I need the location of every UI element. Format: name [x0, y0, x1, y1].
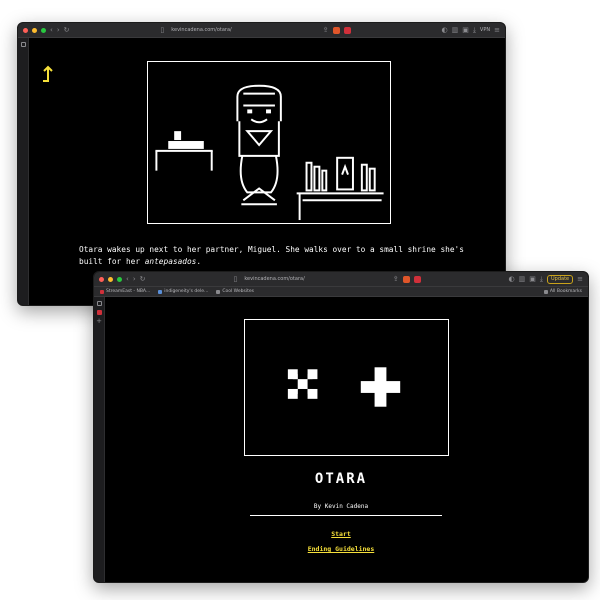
story-text-end: . — [196, 256, 202, 266]
browser-sidebar — [18, 38, 29, 305]
bookmarks-bar: StreamEast - NBA... indigeneity's dele..… — [94, 287, 588, 297]
forward-nav-icon[interactable]: › — [57, 26, 60, 34]
zoom-window-button[interactable] — [41, 27, 46, 33]
minimize-window-button[interactable] — [32, 27, 37, 33]
bookmark-item[interactable]: indigeneity's dele... — [158, 289, 208, 294]
brave-shield-icon[interactable] — [332, 26, 340, 34]
brave-shield-icon[interactable] — [402, 275, 410, 283]
browser-sidebar: + — [94, 297, 105, 582]
update-button[interactable]: Update — [547, 274, 574, 284]
all-bookmarks-label: All Bookmarks — [549, 289, 582, 294]
plus-pixel-icon — [360, 367, 401, 407]
bookmark-label: indigeneity's dele... — [164, 289, 209, 294]
extensions-icon[interactable]: ◐ — [441, 26, 447, 34]
extension-icon[interactable] — [413, 275, 421, 283]
bookmark-icon[interactable]: ▯ — [233, 275, 237, 283]
bookmark-item[interactable]: StreamEast - NBA... — [100, 289, 150, 294]
wallet-icon[interactable]: ▣ — [529, 275, 536, 283]
close-window-button[interactable] — [99, 276, 104, 282]
sidebar-toggle-icon[interactable]: ▥ — [519, 275, 526, 283]
bookmark-label: StreamEast - NBA... — [106, 289, 151, 294]
add-panel-icon[interactable]: + — [94, 318, 104, 325]
back-arrow-icon[interactable] — [40, 64, 56, 86]
sidebar-toggle-icon[interactable]: ▥ — [452, 26, 459, 34]
start-link[interactable]: Start — [94, 530, 588, 538]
menu-icon[interactable]: ≡ — [577, 275, 583, 283]
minimize-window-button[interactable] — [108, 276, 113, 282]
download-icon[interactable]: ⤓ — [473, 26, 476, 34]
close-window-button[interactable] — [23, 27, 28, 33]
sidebar-app-icon[interactable] — [96, 310, 102, 315]
bookmark-item[interactable]: Cool Websites — [216, 289, 254, 294]
sidebar-panel-icon[interactable] — [96, 301, 102, 306]
title-art — [244, 319, 449, 456]
download-icon[interactable]: ⤓ — [540, 275, 543, 283]
address-bar[interactable]: kevincadena.com/otara/ — [171, 27, 231, 33]
author-byline: By Kevin Cadena — [313, 503, 369, 510]
ending-guidelines-link[interactable]: Ending Guidelines — [94, 545, 588, 553]
extensions-icon[interactable]: ◐ — [509, 275, 515, 283]
folder-icon — [216, 289, 221, 294]
share-icon[interactable]: ⇪ — [393, 275, 399, 283]
bedroom-shrine-scene — [147, 61, 391, 224]
story-text-body: Otara wakes up next to her partner, Migu… — [79, 244, 464, 266]
back-nav-icon[interactable]: ‹ — [50, 26, 53, 34]
folder-icon — [543, 289, 548, 294]
address-bar[interactable]: kevincadena.com/otara/ — [244, 276, 304, 282]
extension-icon[interactable] — [343, 26, 351, 34]
sidebar-panel-icon[interactable] — [20, 42, 26, 47]
forward-nav-icon[interactable]: › — [133, 275, 136, 283]
title-bar: ‹ › ↻ ▯ kevincadena.com/otara/ ⇪ ◐ ▥ ▣ ⤓… — [94, 272, 588, 287]
bookmark-icon[interactable]: ▯ — [160, 26, 164, 34]
wallet-icon[interactable]: ▣ — [462, 26, 469, 34]
bed-illustration — [155, 131, 213, 171]
back-nav-icon[interactable]: ‹ — [126, 275, 129, 283]
menu-icon[interactable]: ≡ — [494, 26, 500, 34]
x-pixel-icon — [287, 369, 318, 399]
divider — [250, 515, 442, 516]
bookmark-favicon — [100, 289, 104, 294]
shrine-illustration — [296, 156, 384, 221]
bookmark-label: Cool Websites — [222, 289, 254, 294]
reload-icon[interactable]: ↻ — [140, 275, 146, 283]
zoom-window-button[interactable] — [117, 276, 122, 282]
share-icon[interactable]: ⇪ — [323, 26, 329, 34]
bookmark-favicon — [158, 289, 163, 294]
story-text: Otara wakes up next to her partner, Migu… — [79, 244, 479, 268]
title-bar: ‹ › ↻ ▯ kevincadena.com/otara/ ⇪ ◐ ▥ ▣ ⤓… — [18, 23, 505, 38]
otara-character — [236, 84, 282, 206]
reload-icon[interactable]: ↻ — [64, 26, 70, 34]
story-emphasis: antepasados — [144, 256, 197, 266]
browser-window-title: ‹ › ↻ ▯ kevincadena.com/otara/ ⇪ ◐ ▥ ▣ ⤓… — [93, 271, 589, 583]
browser-window-story: ‹ › ↻ ▯ kevincadena.com/otara/ ⇪ ◐ ▥ ▣ ⤓… — [17, 22, 506, 306]
all-bookmarks-button[interactable]: All Bookmarks — [543, 289, 582, 294]
vpn-button[interactable]: VPN — [480, 27, 490, 33]
page-title: OTARA — [314, 471, 368, 487]
